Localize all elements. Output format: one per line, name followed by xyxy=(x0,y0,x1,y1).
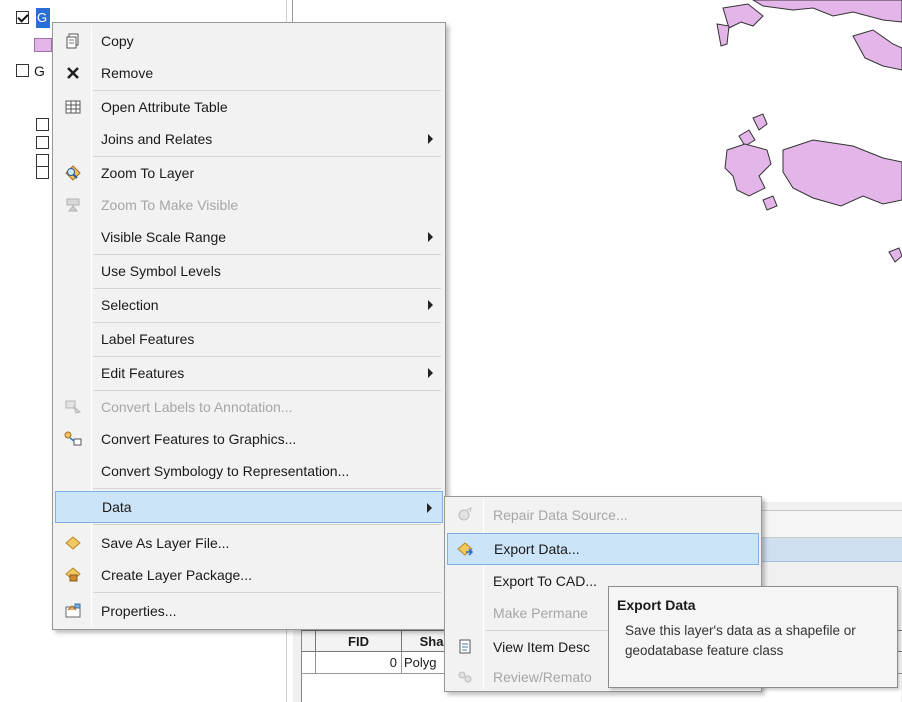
layer-visibility-checkbox[interactable] xyxy=(16,11,29,24)
column-header-fid[interactable]: FID xyxy=(316,631,402,652)
layer-package-icon xyxy=(55,559,91,591)
row-selector-header[interactable] xyxy=(302,631,316,652)
menu-item-convert-symbology-to-representation[interactable]: Convert Symbology to Representation... xyxy=(55,455,443,487)
properties-icon xyxy=(55,595,91,627)
menu-item-zoom-to-make-visible[interactable]: Zoom To Make Visible xyxy=(55,189,443,221)
menu-item-repair-data-source[interactable]: Repair Data Source... xyxy=(447,499,759,531)
layer-file-icon xyxy=(55,527,91,559)
menu-item-save-as-layer-file[interactable]: Save As Layer File... xyxy=(55,527,443,559)
polygon xyxy=(752,113,768,131)
polygon xyxy=(752,0,902,23)
menu-item-joins-and-relates[interactable]: Joins and Relates xyxy=(55,123,443,155)
polygon xyxy=(762,195,778,211)
zoom-visible-icon xyxy=(55,189,91,221)
polygon xyxy=(738,129,756,147)
polygon xyxy=(888,247,902,263)
polygon xyxy=(716,23,730,47)
submenu-arrow-icon xyxy=(428,134,433,144)
annotation-icon xyxy=(55,391,91,423)
layer-name[interactable]: G xyxy=(34,63,45,79)
tooltip-title: Export Data xyxy=(617,597,696,613)
export-data-tooltip: Export Data Save this layer's data as a … xyxy=(608,586,898,688)
layer-symbol-swatch xyxy=(34,38,52,52)
remove-x-icon xyxy=(55,57,91,89)
layer-context-menu: Copy Remove Open Attribute Table Joins a… xyxy=(52,22,446,630)
menu-item-convert-features-to-graphics[interactable]: Convert Features to Graphics... xyxy=(55,423,443,455)
row-selector[interactable] xyxy=(302,652,316,673)
tooltip-body: Save this layer's data as a shapefile or… xyxy=(625,623,856,658)
menu-item-data[interactable]: Data xyxy=(55,491,443,523)
menu-item-label-features[interactable]: Label Features xyxy=(55,323,443,355)
menu-item-visible-scale-range[interactable]: Visible Scale Range xyxy=(55,221,443,253)
menu-item-convert-labels-to-annotation[interactable]: Convert Labels to Annotation... xyxy=(55,391,443,423)
submenu-arrow-icon xyxy=(428,300,433,310)
repair-icon xyxy=(447,499,483,531)
graphics-icon xyxy=(55,423,91,455)
menu-item-edit-features[interactable]: Edit Features xyxy=(55,357,443,389)
polygon xyxy=(724,143,772,197)
copy-icon xyxy=(55,25,91,57)
menu-item-selection[interactable]: Selection xyxy=(55,289,443,321)
submenu-arrow-icon xyxy=(427,503,432,513)
menu-item-zoom-to-layer[interactable]: Zoom To Layer xyxy=(55,157,443,189)
sublayer-checkbox[interactable] xyxy=(36,118,49,131)
menu-item-create-layer-package[interactable]: Create Layer Package... xyxy=(55,559,443,591)
table-cell: 0 xyxy=(316,652,402,673)
menu-item-remove[interactable]: Remove xyxy=(55,57,443,89)
polygon xyxy=(852,29,902,71)
polygon xyxy=(782,139,902,207)
review-icon xyxy=(447,661,483,693)
layer-visibility-checkbox[interactable] xyxy=(16,64,29,77)
item-description-icon xyxy=(447,631,483,663)
menu-item-open-attribute-table[interactable]: Open Attribute Table xyxy=(55,91,443,123)
table-icon xyxy=(55,91,91,123)
menu-item-export-data[interactable]: Export Data... xyxy=(447,533,759,565)
submenu-arrow-icon xyxy=(428,232,433,242)
menu-item-copy[interactable]: Copy xyxy=(55,25,443,57)
zoom-layer-icon xyxy=(55,157,91,189)
sublayer-checkbox[interactable] xyxy=(36,136,49,149)
menu-item-properties[interactable]: Properties... xyxy=(55,595,443,627)
layer-name-selected[interactable]: G xyxy=(36,8,50,28)
sublayer-checkbox[interactable] xyxy=(36,166,49,179)
submenu-arrow-icon xyxy=(428,368,433,378)
menu-item-use-symbol-levels[interactable]: Use Symbol Levels xyxy=(55,255,443,287)
export-data-icon xyxy=(448,533,484,565)
polygon xyxy=(722,3,764,29)
